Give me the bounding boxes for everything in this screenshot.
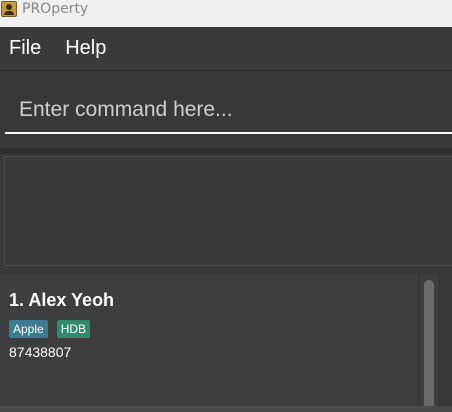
divider bbox=[0, 148, 452, 154]
command-box bbox=[0, 72, 452, 150]
menu-bar: File Help bbox=[0, 27, 452, 71]
tag-badge: HDB bbox=[56, 320, 91, 338]
person-phone: 87438807 bbox=[9, 344, 72, 360]
tag-badge: Apple bbox=[9, 320, 48, 338]
tag-list: Apple HDB bbox=[9, 320, 91, 338]
scrollbar-thumb[interactable] bbox=[424, 280, 434, 410]
person-name: 1. Alex Yeoh bbox=[9, 290, 115, 310]
result-display bbox=[4, 156, 452, 266]
command-input[interactable] bbox=[5, 87, 452, 134]
person-icon bbox=[1, 0, 17, 17]
title-bar: PROperty bbox=[0, 0, 452, 27]
window-title: PROperty bbox=[22, 0, 89, 17]
menu-file[interactable]: File bbox=[0, 37, 50, 60]
scrollbar[interactable] bbox=[420, 274, 438, 412]
status-strip bbox=[0, 406, 452, 412]
person-card[interactable]: 1. Alex Yeoh Apple HDB 87438807 bbox=[0, 274, 418, 406]
person-list: 1. Alex Yeoh Apple HDB 87438807 bbox=[0, 268, 452, 412]
menu-help[interactable]: Help bbox=[56, 37, 115, 60]
